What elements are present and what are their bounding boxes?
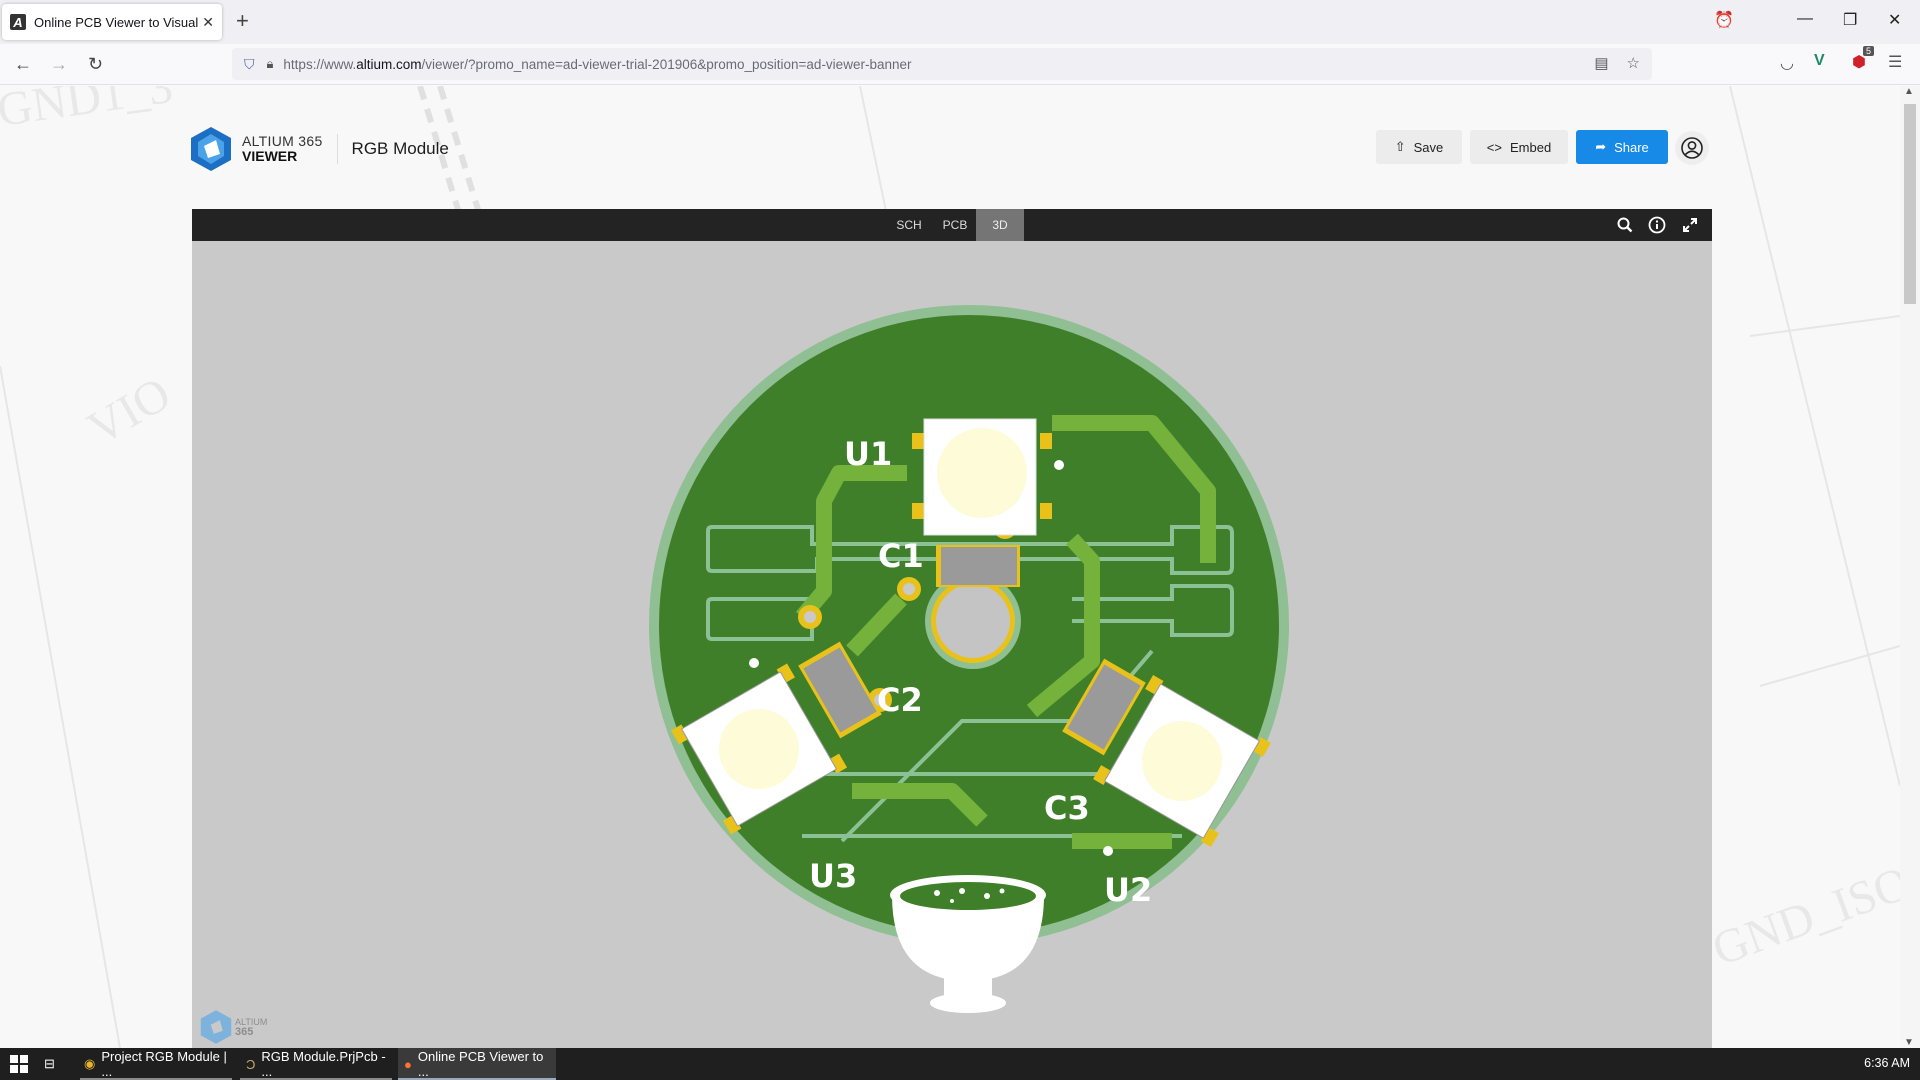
pin1-marker: [749, 658, 759, 668]
search-icon[interactable]: [1616, 216, 1634, 234]
designator-c2: C2: [877, 681, 923, 719]
user-avatar-button[interactable]: [1675, 131, 1709, 165]
pcb-viewer[interactable]: SCH PCB 3D U1 C1 C2 C3 U3 U2 ALTIUM 365: [192, 209, 1712, 1048]
lock-icon[interactable]: 🔒︎: [267, 56, 274, 72]
tab-sch[interactable]: SCH: [886, 209, 932, 241]
pin1-marker: [1103, 846, 1113, 856]
svg-text:GND_ISO: GND_ISO: [1706, 856, 1900, 976]
taskbar-item-chrome[interactable]: ◉ Project RGB Module | ...: [80, 1048, 232, 1080]
browser-nav-bar: ← → ↻ ⛉ 🔒︎ https://www.altium.com/viewer…: [0, 44, 1920, 85]
taskbar-item-altium[interactable]: Ɔ RGB Module.PrjPcb - ...: [240, 1048, 392, 1080]
save-label: Save: [1413, 139, 1444, 155]
firefox-icon: ●: [404, 1056, 412, 1072]
forward-button[interactable]: →: [50, 54, 68, 75]
led-u1[interactable]: [912, 418, 1052, 536]
system-clock[interactable]: 6:36 AM: [1864, 1056, 1910, 1070]
designator-u1: U1: [844, 435, 892, 473]
taskbar-label: RGB Module.PrjPcb - ...: [261, 1049, 386, 1079]
minimize-button[interactable]: —: [1797, 10, 1813, 28]
logo-line2: VIEWER: [242, 148, 298, 164]
close-tab-icon[interactable]: ✕: [202, 14, 214, 31]
taskbar-item-firefox[interactable]: ● Online PCB Viewer to ...: [398, 1048, 556, 1080]
windows-taskbar: ⊟ ◉ Project RGB Module | ... Ɔ RGB Modul…: [0, 1048, 1920, 1080]
tab-title: Online PCB Viewer to Visualize a: [34, 14, 199, 30]
taskbar-label: Online PCB Viewer to ...: [417, 1049, 544, 1079]
scroll-down-arrow-icon[interactable]: ▼: [1904, 1037, 1914, 1048]
user-icon: [1681, 137, 1703, 159]
svg-text:GND1_3: GND1_3: [0, 86, 176, 137]
task-view-icon: ⊟: [44, 1056, 55, 1071]
watermark-line2: 365: [235, 1026, 254, 1038]
altium-favicon-icon: A: [10, 14, 26, 30]
menu-icon[interactable]: ☰: [1888, 52, 1902, 72]
fullscreen-icon[interactable]: [1681, 216, 1699, 234]
browser-tab-active[interactable]: A Online PCB Viewer to Visualize a ✕: [2, 4, 222, 40]
pocket-icon[interactable]: ◡: [1780, 53, 1794, 73]
code-brackets-icon: <>: [1486, 139, 1502, 155]
project-title: RGB Module: [351, 139, 449, 158]
url-bar[interactable]: ⛉ 🔒︎ https://www.altium.com/viewer/?prom…: [232, 48, 1652, 80]
page-scrollbar[interactable]: ▲ ▼: [1900, 86, 1920, 1048]
share-label: Share: [1614, 139, 1649, 155]
shield-icon[interactable]: ⛉: [244, 56, 255, 73]
embed-label: Embed: [1509, 139, 1552, 155]
ublock-extension-icon[interactable]: ⬢ 5: [1852, 46, 1874, 72]
chrome-icon: ◉: [84, 1056, 96, 1071]
close-window-button[interactable]: ✕: [1888, 10, 1901, 30]
info-icon[interactable]: [1648, 216, 1666, 234]
bookmark-star-icon[interactable]: ☆: [1627, 54, 1640, 72]
alarm-icon[interactable]: ⏰: [1714, 10, 1734, 30]
bowl-logo-icon: [890, 875, 1046, 1013]
page-content: GND1_3 VIO GND_ISO ALTIUM 365 VIEWER RGB…: [0, 86, 1900, 1048]
altium-watermark: ALTIUM 365: [200, 1009, 267, 1045]
svg-text:VIO: VIO: [79, 367, 179, 456]
vue-extension-icon[interactable]: V: [1814, 52, 1825, 70]
extension-badge: 5: [1862, 46, 1874, 56]
altium-designer-icon: Ɔ: [246, 1056, 256, 1072]
tab-pcb[interactable]: PCB: [932, 209, 978, 241]
pcb-3d-render[interactable]: U1 C1 C2 C3 U3 U2: [192, 241, 1712, 1048]
logo-line1: ALTIUM 365: [242, 133, 323, 149]
viewer-toolbar: SCH PCB 3D: [192, 209, 1712, 241]
task-view-button[interactable]: ⊟: [44, 1048, 55, 1080]
designator-u2: U2: [1104, 871, 1152, 909]
taskbar-label: Project RGB Module | ...: [101, 1049, 227, 1079]
save-button[interactable]: ⇧ Save: [1376, 130, 1462, 164]
back-button[interactable]: ←: [14, 54, 32, 75]
browser-tab-bar: A Online PCB Viewer to Visualize a ✕ + ⏰…: [0, 0, 1920, 44]
designator-c3: C3: [1044, 789, 1090, 827]
windows-logo-icon: [10, 1055, 28, 1073]
altium-logo[interactable]: ALTIUM 365 VIEWER RGB Module: [190, 126, 449, 172]
designator-u3: U3: [809, 857, 857, 895]
reload-button[interactable]: ↻: [88, 54, 103, 75]
embed-button[interactable]: <> Embed: [1470, 130, 1568, 164]
divider: [336, 134, 338, 164]
restore-button[interactable]: ❐: [1843, 10, 1857, 30]
share-button[interactable]: ➦ Share: [1576, 130, 1668, 164]
tab-3d[interactable]: 3D: [976, 209, 1024, 241]
altium-hex-logo-icon: [191, 127, 231, 171]
designator-c1: C1: [878, 537, 924, 575]
altium-watermark-icon: [200, 1010, 232, 1044]
reader-view-icon[interactable]: ▤: [1594, 54, 1608, 72]
url-text[interactable]: https://www.altium.com/viewer/?promo_nam…: [283, 57, 911, 72]
pin1-marker: [1054, 460, 1064, 470]
scroll-up-arrow-icon[interactable]: ▲: [1904, 86, 1914, 97]
new-tab-button[interactable]: +: [236, 10, 249, 32]
scroll-thumb[interactable]: [1904, 104, 1916, 304]
start-button[interactable]: [10, 1048, 28, 1080]
mounting-hole: [936, 584, 1010, 658]
cloud-upload-icon: ⇧: [1394, 139, 1406, 154]
share-arrow-icon: ➦: [1595, 139, 1607, 154]
capacitor-c1[interactable]: [936, 545, 1020, 587]
